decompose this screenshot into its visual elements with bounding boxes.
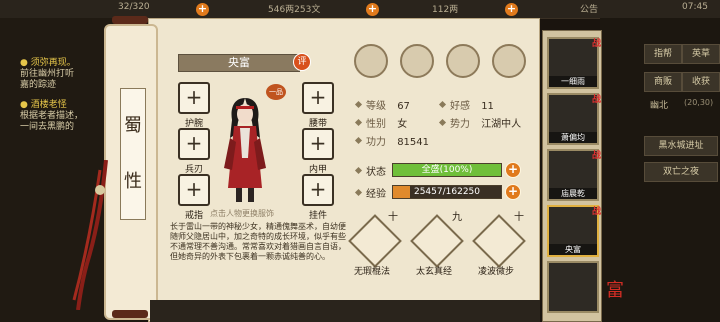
- corner-stamp: 富: [606, 280, 624, 301]
- tassel-decoration: [72, 160, 108, 310]
- exp-add-button[interactable]: +: [505, 184, 521, 200]
- status-add-button[interactable]: +: [505, 162, 521, 178]
- slot-armor[interactable]: +: [302, 128, 334, 160]
- location-coords: (20,30): [684, 98, 714, 107]
- quest-line: 嘉的踪迹: [20, 80, 57, 90]
- quest-line: 根据老者描述，: [20, 111, 84, 121]
- meridian-icon[interactable]: [492, 44, 526, 78]
- status-text: 全盛(100%): [421, 165, 473, 175]
- level-value: 67: [397, 101, 410, 112]
- bottom-bar: [150, 300, 540, 322]
- favor-value: 11: [481, 101, 494, 112]
- gender-row: 性别 女: [366, 115, 407, 130]
- announce-button[interactable]: 公告: [580, 2, 598, 15]
- quest-line: 前往幽州打听: [20, 69, 75, 79]
- character-portrait[interactable]: [222, 98, 268, 204]
- add-money-button[interactable]: +: [366, 3, 379, 16]
- slot-pendant-label: 挂件: [308, 211, 327, 221]
- party-member-name: 央富: [549, 244, 597, 255]
- yinyang-icon[interactable]: [446, 44, 480, 78]
- scroll-rod-top: [112, 16, 148, 24]
- skill-rank: 十: [514, 212, 524, 223]
- task-item[interactable]: 双亡之夜: [644, 162, 718, 182]
- menu-button[interactable]: 商贩: [644, 72, 682, 92]
- skill-name: 无瑕棍法: [353, 267, 390, 277]
- section-tab: 蜀 性: [120, 88, 146, 220]
- party-member-card[interactable]: 战 萧偏均: [547, 93, 601, 145]
- battle-badge: 战: [591, 39, 601, 49]
- rank-badge: 一品: [266, 84, 286, 100]
- quest-title: ● 酒楼老怪: [20, 100, 67, 110]
- money-value: 546两253文: [268, 5, 321, 15]
- quest-line: 一间去黑鹏的: [20, 122, 75, 132]
- slot-ring-label: 戒指: [184, 211, 203, 221]
- menu-button[interactable]: 收获: [682, 72, 720, 92]
- faction-label: 势力: [450, 119, 470, 130]
- slot-belt[interactable]: +: [302, 82, 334, 114]
- scroll-icon[interactable]: [400, 44, 434, 78]
- exp-bar: 25457/162250: [392, 185, 502, 199]
- party-list: 战 一细雨 战 萧偏均 战 庙晨乾 战 央富: [542, 30, 602, 322]
- task-item[interactable]: 黑水城进址: [644, 136, 718, 156]
- sword-icon[interactable]: [354, 44, 388, 78]
- quest-item[interactable]: ● 须弥再现。 前往幽州打听 嘉的踪迹: [20, 58, 76, 91]
- party-member-name: 庙晨乾: [549, 188, 597, 199]
- slot-pendant[interactable]: +: [302, 174, 334, 206]
- status-bar: 全盛(100%): [392, 163, 502, 177]
- quest-title: ● 须弥再现。: [20, 58, 76, 68]
- party-member-card[interactable]: 战 央富: [547, 205, 601, 257]
- stamina-value: 32/320: [118, 2, 150, 12]
- slot-weapon[interactable]: +: [178, 128, 210, 160]
- menu-button[interactable]: 指帮: [644, 44, 682, 64]
- portrait-tip: 点击人物更换服饰: [210, 209, 274, 218]
- battle-badge: 战: [591, 151, 601, 161]
- party-member-name: 萧偏均: [549, 132, 597, 143]
- faction-row: 势力 江湖中人: [450, 115, 521, 130]
- gender-label: 性别: [366, 119, 386, 130]
- skill-rank: 十: [388, 212, 398, 223]
- section-char: 蜀: [124, 115, 142, 136]
- power-value: 81541: [397, 137, 429, 148]
- section-char: 性: [124, 171, 142, 192]
- level-label: 等级: [366, 101, 386, 112]
- character-name: 央富: [228, 56, 250, 69]
- party-member-card[interactable]: [547, 261, 599, 313]
- slot-ring[interactable]: +: [178, 174, 210, 206]
- exp-label: 经验: [366, 189, 386, 200]
- character-description: 长于雷山一带的神秘少女，精通傀舞巫术，自幼便随师父隐居山中，加之奇特的成长环境，…: [170, 222, 346, 261]
- favor-label: 好感: [450, 101, 470, 112]
- skill-name: 凌波微步: [477, 267, 514, 277]
- gender-value: 女: [397, 119, 408, 130]
- location-name: 幽北: [650, 101, 669, 111]
- slot-protect[interactable]: +: [178, 82, 210, 114]
- battle-badge: 战: [591, 95, 601, 105]
- power-row: 功力 81541: [366, 133, 429, 148]
- exp-text: 25457/162250: [413, 187, 481, 197]
- scroll-rod-bottom: [112, 310, 148, 318]
- status-label: 状态: [366, 167, 386, 178]
- name-banner: 央富: [178, 54, 300, 72]
- favor-row: 好感 11: [450, 97, 494, 112]
- battle-badge: 战: [591, 207, 601, 217]
- party-member-card[interactable]: 战 庙晨乾: [547, 149, 601, 201]
- evaluate-button[interactable]: 评: [293, 53, 311, 71]
- silver-value: 112两: [432, 5, 459, 15]
- quest-item[interactable]: ● 酒楼老怪 根据老者描述， 一间去黑鹏的: [20, 100, 83, 133]
- power-label: 功力: [366, 137, 386, 148]
- level-row: 等级 67: [366, 97, 410, 112]
- skill-name: 太玄真经: [415, 267, 452, 277]
- skill-rank: 九: [452, 212, 462, 223]
- party-member-card[interactable]: 战 一细雨: [547, 37, 601, 89]
- menu-button[interactable]: 英草: [682, 44, 720, 64]
- add-stamina-button[interactable]: +: [196, 3, 209, 16]
- faction-value: 江湖中人: [481, 119, 522, 130]
- party-member-name: 一细雨: [549, 76, 597, 87]
- top-status-bar: 32/320 + 546两253文 + 112两 + 公告 07:45: [0, 0, 720, 19]
- clock: 07:45: [682, 2, 708, 12]
- add-silver-button[interactable]: +: [505, 3, 518, 16]
